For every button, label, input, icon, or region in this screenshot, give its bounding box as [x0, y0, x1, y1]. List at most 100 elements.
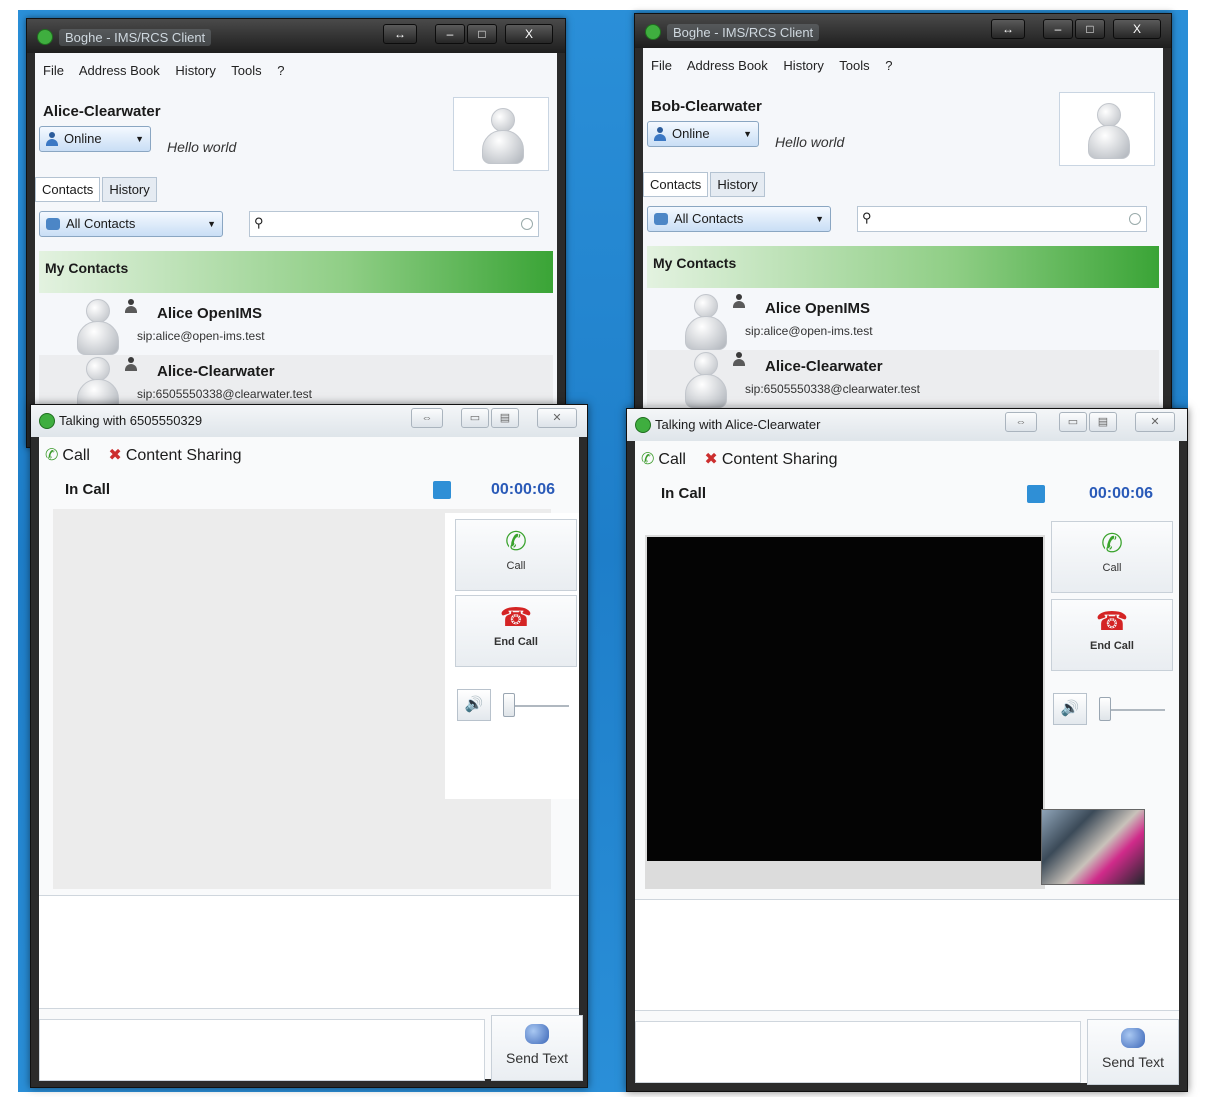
right-menubar: File Address Book History Tools ? [651, 58, 904, 73]
clear-search-icon[interactable] [521, 218, 533, 230]
chevron-down-icon: ▼ [207, 219, 216, 229]
menu-address-book[interactable]: Address Book [79, 63, 160, 78]
menu-help[interactable]: ? [885, 58, 892, 73]
right-filter-value: All Contacts [674, 211, 744, 226]
left-call-maximize-button[interactable]: ▤ [491, 408, 519, 428]
menu-file[interactable]: File [43, 63, 64, 78]
left-chat-input[interactable] [39, 1019, 485, 1081]
right-status-message[interactable]: Hello world [775, 134, 844, 150]
right-main-maximize-button[interactable]: □ [1075, 19, 1105, 39]
right-call-button[interactable]: ✆ Call [1051, 521, 1173, 593]
left-main-restore-button[interactable]: ↔ [383, 24, 417, 44]
list-item[interactable]: Alice OpenIMS sip:alice@open-ims.test [39, 297, 553, 355]
right-call-titlebar[interactable]: Talking with Alice-Clearwater ⇔ ▭ ▤ ✕ [627, 409, 1187, 441]
right-chat-input[interactable] [635, 1021, 1081, 1083]
contact-name: Alice-Clearwater [157, 363, 275, 380]
list-item[interactable]: Alice OpenIMS sip:alice@open-ims.test [647, 292, 1159, 350]
left-call-minimize-button[interactable]: ▭ [461, 408, 489, 428]
contact-sip: sip:6505550338@clearwater.test [137, 387, 312, 401]
left-call-titlebar[interactable]: Talking with 6505550329 ⇔ ▭ ▤ ✕ [31, 405, 587, 437]
right-group-header[interactable]: My Contacts [647, 246, 1159, 288]
right-user-name: Bob-Clearwater [651, 98, 762, 115]
phone-icon: ✆ [505, 526, 527, 556]
right-send-text-button[interactable]: Send Text [1087, 1019, 1179, 1085]
popout-icon[interactable] [1027, 485, 1045, 503]
right-tabs: Contacts History [643, 172, 767, 197]
menu-tools[interactable]: Tools [231, 63, 261, 78]
right-end-call-label: End Call [1089, 640, 1134, 652]
menu-address-book[interactable]: Address Book [687, 58, 768, 73]
right-call-restore-button[interactable]: ⇔ [1005, 412, 1037, 432]
left-main-titlebar[interactable]: Boghe - IMS/RCS Client ↔ – □ X [27, 19, 565, 53]
list-item[interactable]: Alice-Clearwater sip:6505550338@clearwat… [647, 350, 1159, 408]
right-main-titlebar[interactable]: Boghe - IMS/RCS Client ↔ – □ X [635, 14, 1171, 48]
left-group-header[interactable]: My Contacts [39, 251, 553, 293]
right-main-minimize-button[interactable]: – [1043, 19, 1073, 39]
left-call-close-button[interactable]: ✕ [537, 408, 577, 428]
right-volume-thumb[interactable] [1099, 697, 1111, 721]
menu-tools[interactable]: Tools [839, 58, 869, 73]
right-main-close-button[interactable]: X [1113, 19, 1161, 39]
left-call-restore-button[interactable]: ⇔ [411, 408, 443, 428]
contacts-group-icon [654, 213, 668, 225]
clear-search-icon[interactable] [1129, 213, 1141, 225]
right-main-window: Boghe - IMS/RCS Client ↔ – □ X File Addr… [634, 13, 1172, 443]
right-end-call-button[interactable]: ☎ End Call [1051, 599, 1173, 671]
right-call-close-button[interactable]: ✕ [1135, 412, 1175, 432]
status-person-icon [654, 127, 666, 141]
contact-sip: sip:6505550338@clearwater.test [745, 382, 920, 396]
right-call-state: In Call [661, 485, 707, 502]
right-call-button-label: Call [1102, 562, 1122, 574]
right-toolbar-call[interactable]: Call [658, 451, 686, 468]
tab-contacts[interactable]: Contacts [35, 177, 101, 202]
right-toolbar-share[interactable]: Content Sharing [722, 451, 838, 468]
left-status-select[interactable]: Online ▼ [39, 126, 151, 152]
chat-bubbles-icon [1121, 1028, 1145, 1048]
left-status-message[interactable]: Hello world [167, 139, 236, 155]
menu-file[interactable]: File [651, 58, 672, 73]
right-call-minimize-button[interactable]: ▭ [1059, 412, 1087, 432]
left-call-window: Talking with 6505550329 ⇔ ▭ ▤ ✕ ✆ Call ✖ C… [30, 404, 588, 1088]
right-call-window: Talking with Alice-Clearwater ⇔ ▭ ▤ ✕ ✆ C… [626, 408, 1188, 1092]
left-search-input[interactable] [272, 215, 512, 233]
avatar-person-icon [480, 108, 524, 164]
menu-history[interactable]: History [783, 58, 823, 73]
left-main-close-button[interactable]: X [505, 24, 553, 44]
left-end-call-button[interactable]: ☎ End Call [455, 595, 577, 667]
menu-help[interactable]: ? [277, 63, 284, 78]
tab-contacts[interactable]: Contacts [643, 172, 709, 197]
popout-icon[interactable] [433, 481, 451, 499]
speaker-icon[interactable]: 🔊 [1053, 693, 1087, 725]
left-main-maximize-button[interactable]: □ [467, 24, 497, 44]
right-main-restore-button[interactable]: ↔ [991, 19, 1025, 39]
tab-history[interactable]: History [710, 172, 765, 197]
right-user-avatar[interactable] [1059, 92, 1155, 166]
left-toolbar-share[interactable]: Content Sharing [126, 447, 242, 464]
contact-sip: sip:alice@open-ims.test [745, 324, 873, 338]
contact-name: Alice OpenIMS [157, 305, 263, 322]
left-send-text-label: Send Text [505, 1050, 568, 1066]
right-call-maximize-button[interactable]: ▤ [1089, 412, 1117, 432]
menu-history[interactable]: History [175, 63, 215, 78]
left-call-button[interactable]: ✆ Call [455, 519, 577, 591]
phone-icon: ✆ [641, 451, 655, 468]
right-search-input[interactable] [880, 210, 1120, 228]
right-filter-select[interactable]: All Contacts ▼ [647, 206, 831, 232]
left-filter-select[interactable]: All Contacts ▼ [39, 211, 223, 237]
contact-avatar-icon [683, 294, 727, 350]
tab-history[interactable]: History [102, 177, 157, 202]
left-send-text-button[interactable]: Send Text [491, 1015, 583, 1081]
right-status-select[interactable]: Online ▼ [647, 121, 759, 147]
left-chat-log[interactable] [39, 895, 579, 1009]
speaker-icon[interactable]: 🔊 [457, 689, 491, 721]
left-user-avatar[interactable] [453, 97, 549, 171]
left-volume-thumb[interactable] [503, 693, 515, 717]
contact-name: Alice-Clearwater [765, 358, 883, 375]
right-chat-log[interactable] [635, 899, 1179, 1011]
left-main-minimize-button[interactable]: – [435, 24, 465, 44]
left-call-state: In Call [65, 481, 111, 498]
list-item[interactable]: Alice-Clearwater sip:6505550338@clearwat… [39, 355, 553, 413]
left-toolbar-call[interactable]: Call [62, 447, 90, 464]
right-search-box: ⚲ [857, 206, 1147, 232]
boghe-app-icon [39, 413, 55, 429]
